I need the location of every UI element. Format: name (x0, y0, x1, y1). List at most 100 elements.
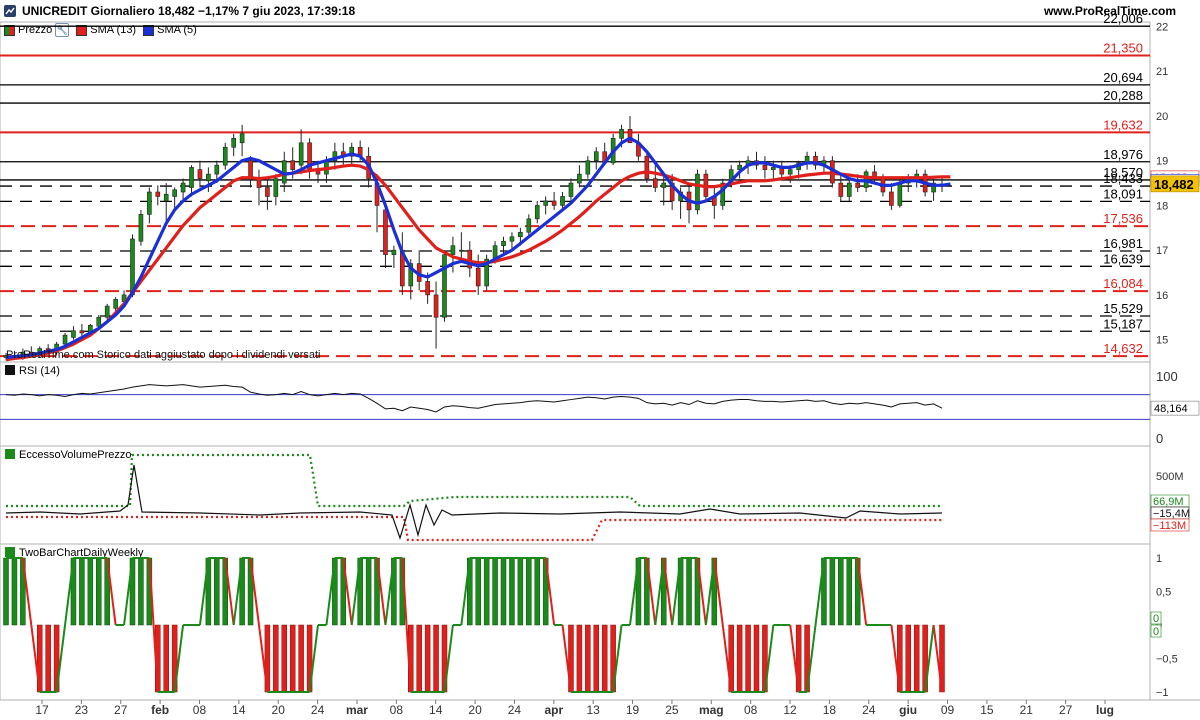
x-tick-label: 20 (272, 703, 286, 717)
x-tick-label: 27 (114, 703, 128, 717)
candle-body (248, 160, 253, 179)
twobar-green-bar (492, 557, 498, 626)
twobar-red-bar (298, 624, 304, 693)
current-price-label: 18,482 (1154, 177, 1194, 192)
twobar-red-bar (281, 624, 288, 693)
candle-body (189, 167, 194, 188)
candle-body (206, 173, 211, 182)
volume-swatch-icon (5, 449, 15, 459)
x-tick-label: 27 (1059, 703, 1073, 717)
volume-y-tick: 500M (1156, 471, 1184, 483)
candle-body (518, 231, 523, 238)
candle-body (501, 240, 506, 246)
twobar-red-bar (905, 624, 912, 693)
candle-body (96, 316, 102, 327)
twobar-y-tick: 0,5 (1156, 587, 1171, 599)
candle-body (172, 189, 177, 197)
twobar-red-bar (576, 624, 583, 693)
candle-body (568, 182, 574, 197)
x-tick-label: 15 (980, 703, 994, 717)
candle-body (551, 200, 557, 206)
level-label: 15,529 (1103, 301, 1143, 316)
candle-body (787, 169, 793, 175)
candle-body (442, 254, 447, 318)
twobar-green-bar (846, 557, 852, 626)
level-label: 19,632 (1103, 117, 1143, 132)
candle-body (560, 196, 565, 206)
level-label: 18,433 (1103, 171, 1143, 186)
x-tick-label: 19 (626, 703, 640, 717)
candle-body (619, 129, 624, 139)
candle-body (475, 267, 481, 287)
price-y-tick: 15 (1156, 335, 1168, 347)
price-y-tick: 22 (1156, 21, 1168, 33)
volume-upper-line (6, 453, 942, 508)
level-label: 18,976 (1103, 147, 1143, 162)
x-tick-label: 18 (823, 703, 837, 717)
candle-body (889, 191, 894, 206)
candle-body (79, 330, 85, 334)
x-tick-label: 24 (508, 703, 522, 717)
volume-value-label: −113M (1153, 520, 1186, 532)
candle-body (155, 191, 161, 197)
candle-body (838, 182, 844, 197)
level-label: 20,694 (1103, 70, 1143, 85)
price-y-tick: 16 (1156, 290, 1168, 302)
x-tick-label: 08 (193, 703, 207, 717)
candle-body (450, 245, 456, 255)
candle-body (425, 281, 430, 296)
candle-body (644, 155, 650, 179)
x-tick-label: feb (151, 703, 169, 717)
twobar-green-bar (686, 557, 692, 626)
candle-body (138, 214, 144, 242)
candle-body (855, 182, 860, 188)
rsi-panel-title: RSI (14) (19, 365, 60, 377)
twobar-green-bar (509, 557, 515, 626)
x-tick-label: mar (346, 703, 368, 717)
panel-frame (0, 445, 1151, 545)
level-label: 20,288 (1103, 88, 1143, 103)
x-tick-label: 24 (311, 703, 325, 717)
twobar-green-bar (365, 557, 372, 626)
x-tick-label: lug (1096, 703, 1114, 717)
sma5-line (5, 136, 951, 360)
candle-body (163, 193, 169, 202)
twobar-red-bar (433, 624, 439, 693)
twobar-green-bar (214, 557, 220, 626)
twobar-green-bar (138, 557, 144, 626)
x-tick-label: 14 (429, 703, 443, 717)
volume-lower-line (6, 515, 942, 542)
x-tick-label: 08 (744, 703, 758, 717)
candle-body (846, 182, 852, 197)
rsi-swatch-icon (5, 365, 15, 375)
candle-body (130, 238, 135, 296)
candle-body (526, 218, 532, 233)
twobar-green-bar (500, 557, 507, 626)
price-y-tick: 18 (1156, 200, 1168, 212)
candle-body (290, 160, 296, 170)
candle-body (577, 173, 582, 184)
price-y-tick: 19 (1156, 156, 1168, 168)
twobar-red-bar (424, 624, 431, 693)
x-tick-label: 25 (665, 703, 679, 717)
x-tick-label: giu (899, 703, 917, 717)
twobar-green-bar (517, 557, 524, 626)
candle-body (897, 182, 903, 206)
candle-body (383, 209, 388, 255)
twobar-value-label: 0 (1153, 613, 1159, 625)
twobar-red-bar (913, 624, 920, 693)
candle-body (593, 151, 599, 161)
price-y-tick: 17 (1156, 245, 1168, 257)
twobar-red-bar (753, 624, 760, 693)
level-label: 16,639 (1103, 251, 1143, 266)
candle-body (113, 299, 118, 309)
level-label: 18,091 (1103, 186, 1143, 201)
x-tick-label: 17 (35, 703, 49, 717)
volume-value-label: −15,4M (1153, 508, 1190, 520)
level-label: 21,350 (1103, 41, 1143, 56)
candle-body (509, 236, 515, 242)
twobar-green-bar (3, 557, 9, 626)
twobar-y-tick: 1 (1156, 553, 1162, 565)
twobar-green-bar (96, 557, 102, 626)
x-tick-label: 21 (1020, 703, 1034, 717)
